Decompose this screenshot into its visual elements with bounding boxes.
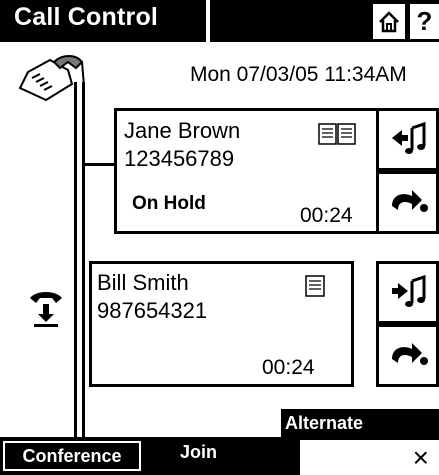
connection-line-1 — [74, 82, 77, 440]
connection-line-2 — [82, 82, 85, 440]
conference-button[interactable]: Conference — [3, 441, 141, 471]
close-icon: × — [412, 441, 429, 473]
call-status: On Hold — [132, 193, 206, 214]
close-button[interactable]: × — [300, 440, 439, 475]
book-icon[interactable] — [305, 275, 325, 297]
caller-name: Bill Smith — [97, 270, 189, 295]
retrieve-music-icon — [391, 121, 425, 154]
call-forward-icon — [391, 342, 428, 365]
caller-number: 987654321 — [97, 298, 208, 323]
hold-music-icon — [391, 274, 425, 307]
caller-number: 123456789 — [124, 146, 235, 171]
home-button[interactable] — [373, 4, 405, 39]
header-divider — [206, 0, 210, 42]
home-icon — [379, 10, 399, 32]
help-button[interactable]: ? — [410, 4, 439, 39]
phone-icon — [18, 55, 85, 102]
hold-button[interactable] — [376, 261, 439, 324]
alternate-button[interactable]: Alternate — [281, 409, 439, 437]
connector-call-1 — [85, 163, 117, 166]
join-button[interactable]: Join — [180, 442, 217, 463]
forward-button[interactable] — [376, 171, 439, 234]
caller-name: Jane Brown — [124, 118, 241, 143]
page-title: Call Control — [14, 3, 159, 31]
call-timer: 00:24 — [262, 356, 315, 379]
handset-download-icon — [30, 292, 62, 327]
datetime: Mon 07/03/05 11:34AM — [190, 63, 407, 86]
call-timer: 00:24 — [300, 204, 353, 227]
call-forward-icon — [391, 189, 428, 212]
forward-button[interactable] — [376, 324, 439, 387]
open-book-icon[interactable] — [318, 123, 356, 145]
retrieve-button[interactable] — [376, 108, 439, 171]
